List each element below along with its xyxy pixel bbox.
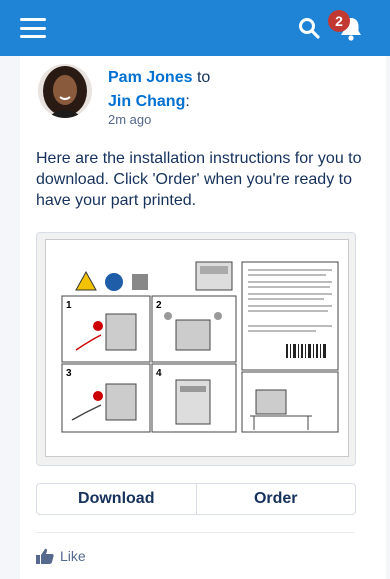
post-body: Here are the installation instructions f… bbox=[36, 150, 362, 209]
divider bbox=[36, 532, 354, 533]
order-button[interactable]: Order bbox=[195, 484, 356, 514]
top-nav-bar: 2 bbox=[0, 0, 390, 56]
feed-post-card: Pam Jones to Jin Chang: 2m ago Here are … bbox=[20, 56, 386, 579]
recipient-link[interactable]: Jin Chang bbox=[108, 93, 185, 110]
post-actions: Download Order bbox=[36, 483, 356, 515]
svg-text:2: 2 bbox=[156, 300, 162, 311]
like-button[interactable]: Like bbox=[36, 548, 86, 564]
author-link[interactable]: Pam Jones bbox=[108, 69, 192, 86]
notifications-button[interactable]: 2 bbox=[328, 10, 368, 46]
post-author-line: Pam Jones to Jin Chang: bbox=[108, 66, 210, 114]
svg-text:1: 1 bbox=[66, 300, 72, 311]
download-button[interactable]: Download bbox=[37, 484, 196, 514]
menu-icon[interactable] bbox=[20, 18, 46, 38]
search-icon[interactable] bbox=[298, 17, 320, 39]
connector-text: to bbox=[196, 69, 211, 86]
avatar[interactable] bbox=[38, 64, 92, 118]
recipient-suffix: : bbox=[185, 93, 190, 110]
svg-text:4: 4 bbox=[156, 368, 162, 379]
post-timestamp[interactable]: 2m ago bbox=[108, 112, 151, 127]
like-label: Like bbox=[60, 548, 86, 564]
instruction-sheet-image: 1 2 3 4 bbox=[45, 239, 349, 457]
thumbs-up-icon bbox=[36, 548, 54, 564]
svg-text:3: 3 bbox=[66, 368, 72, 379]
notification-badge: 2 bbox=[328, 10, 350, 32]
attachment-preview[interactable]: 1 2 3 4 bbox=[36, 232, 356, 466]
